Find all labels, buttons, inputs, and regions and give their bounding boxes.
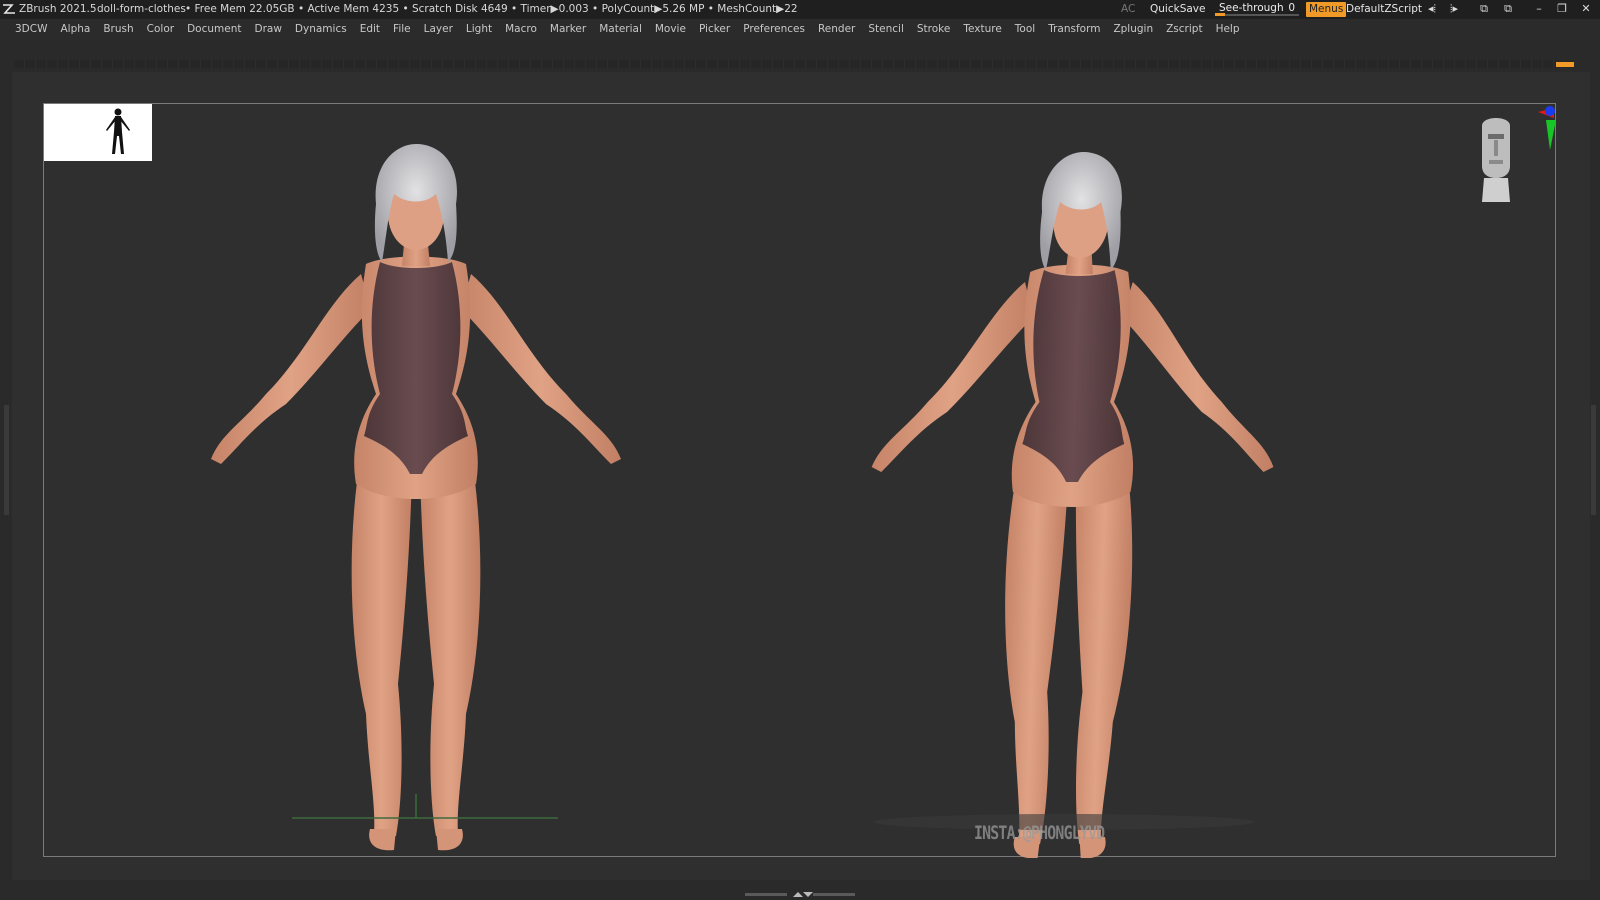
menu-edit[interactable]: Edit (360, 23, 380, 35)
menu-stencil[interactable]: Stencil (868, 23, 904, 35)
minimize-icon[interactable]: – (1531, 2, 1547, 16)
menu-alpha[interactable]: Alpha (60, 23, 90, 35)
menu-file[interactable]: File (393, 23, 411, 35)
memory-stats: • Free Mem 22.05GB • Active Mem 4235 • S… (185, 3, 798, 15)
see-through-value: 0 (1288, 2, 1295, 14)
document-viewport[interactable] (43, 103, 1556, 858)
shelf-accent-marker[interactable] (1556, 62, 1574, 67)
menu-macro[interactable]: Macro (505, 23, 537, 35)
menu-zscript[interactable]: Zscript (1166, 23, 1202, 35)
title-bar: ZBrush 2021.5 doll-form-clothes • Free M… (0, 0, 1600, 19)
menu-picker[interactable]: Picker (699, 23, 730, 35)
see-through-slider[interactable]: See-through 0 (1215, 2, 1299, 17)
character-front-view (211, 144, 621, 851)
zbrush-logo-icon[interactable] (2, 3, 16, 15)
menu-brush[interactable]: Brush (103, 23, 133, 35)
tray-down-arrow-icon[interactable] (803, 892, 813, 897)
menu-texture[interactable]: Texture (963, 23, 1001, 35)
navigation-thumbnail[interactable] (44, 104, 152, 161)
menu-color[interactable]: Color (147, 23, 174, 35)
menu-tool[interactable]: Tool (1015, 23, 1035, 35)
head-navigator-icon[interactable] (1482, 118, 1510, 202)
menu-draw[interactable]: Draw (254, 23, 281, 35)
watermark-text: INSTA:@PHONGLYVD (974, 822, 1105, 844)
menu-movie[interactable]: Movie (655, 23, 686, 35)
scene-render (211, 144, 1285, 858)
menus-button[interactable]: Menus (1306, 2, 1347, 17)
see-through-track[interactable] (1215, 14, 1299, 16)
close-icon[interactable]: ✕ (1578, 2, 1594, 16)
thumbnail-silhouette-icon (106, 108, 130, 154)
menu-light[interactable]: Light (466, 23, 492, 35)
document-name: doll-form-clothes (97, 3, 186, 15)
bottom-tray-handle[interactable] (745, 891, 855, 897)
menu-bar: 3DCW Alpha Brush Color Document Draw Dynamics E… (0, 19, 1600, 41)
layout-left-icon[interactable]: ◂⦙ (1424, 2, 1440, 16)
quicksave-button[interactable]: QuickSave (1150, 3, 1205, 15)
top-shelf (14, 60, 1574, 68)
menu-stroke[interactable]: Stroke (917, 23, 950, 35)
right-tray-handle[interactable] (1591, 405, 1596, 515)
menu-zplugin[interactable]: Zplugin (1113, 23, 1153, 35)
left-tray-handle[interactable] (4, 405, 9, 515)
see-through-fill (1215, 13, 1225, 16)
menu-material[interactable]: Material (599, 23, 642, 35)
character-angle-view (858, 152, 1285, 858)
menu-help[interactable]: Help (1216, 23, 1240, 35)
restore-icon[interactable]: ❐ (1554, 2, 1570, 16)
menu-3dcw[interactable]: 3DCW (15, 23, 47, 35)
menu-layer[interactable]: Layer (424, 23, 453, 35)
menu-preferences[interactable]: Preferences (743, 23, 805, 35)
menu-dynamics[interactable]: Dynamics (295, 23, 347, 35)
default-zscript-button[interactable]: DefaultZScript (1346, 3, 1422, 15)
menu-render[interactable]: Render (818, 23, 855, 35)
axis-z-icon (1545, 106, 1555, 116)
axis-y-icon (1546, 120, 1556, 150)
app-version: ZBrush 2021.5 (19, 3, 97, 15)
menu-document[interactable]: Document (187, 23, 241, 35)
menu-transform[interactable]: Transform (1048, 23, 1100, 35)
tray-up-arrow-icon[interactable] (793, 892, 803, 897)
see-through-label: See-through (1219, 2, 1284, 14)
ac-label[interactable]: AC (1121, 3, 1135, 15)
axis-gizmo-icon[interactable] (1470, 104, 1560, 214)
layout-right-icon[interactable]: ⦙▸ (1446, 2, 1462, 16)
layout-alt-icon[interactable]: ⧉ (1500, 2, 1516, 16)
menu-marker[interactable]: Marker (550, 23, 586, 35)
layout-icon[interactable]: ⧉ (1476, 2, 1492, 16)
